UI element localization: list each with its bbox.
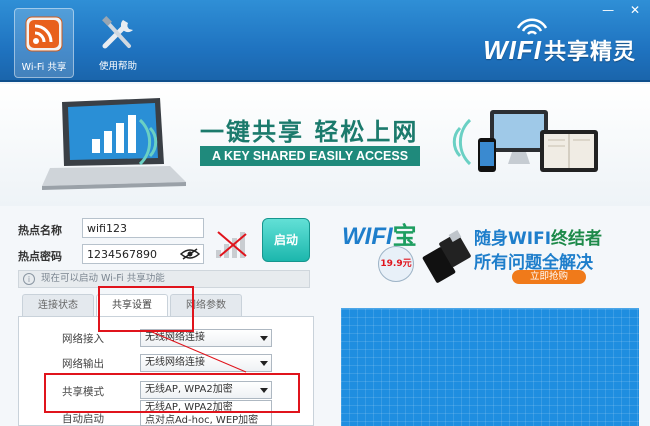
ad-title-b: 终结者	[551, 229, 603, 249]
ad-title-a: 随身WIFI	[474, 229, 552, 249]
banner: 一键共享 轻松上网 A KEY SHARED EASILY ACCESS	[0, 84, 650, 206]
buy-now-button[interactable]: 立即抢购	[512, 270, 586, 284]
brand-logo: WIFI共享精灵	[483, 34, 636, 66]
window-controls: — ✕	[590, 3, 640, 17]
app-window: Wi-Fi 共享 使用帮助 — ✕ WIFI共享精灵 一键共享 轻松上网 A K…	[0, 0, 650, 426]
ad-title-line1: 随身WIFI终结者	[474, 224, 602, 249]
top-toolbar: Wi-Fi 共享 使用帮助 — ✕ WIFI共享精灵	[0, 0, 650, 82]
slogan-cn: 一键共享 轻松上网	[200, 118, 419, 146]
brand-logo-cn: 共享精灵	[543, 39, 636, 64]
chevron-down-icon	[260, 361, 268, 366]
chevron-down-icon	[260, 336, 268, 341]
signal-waves-left	[138, 118, 158, 166]
start-button[interactable]: 启动	[262, 218, 310, 262]
ad-logo-en: WIFI	[342, 223, 393, 250]
network-in-label: 网络接入	[62, 333, 104, 345]
usb-wifi-dongle-image	[422, 230, 471, 283]
ad-content-area	[341, 308, 639, 426]
signal-disabled-icon	[216, 231, 247, 258]
ad-banner[interactable]: WIFI宝 19.9元 随身WIFI终结者 所有问题全解决 立即抢购	[336, 210, 636, 308]
hotspot-name-label: 热点名称	[18, 224, 62, 237]
annotation-arrow	[151, 331, 247, 373]
minimize-button[interactable]: —	[602, 3, 614, 17]
hotspot-password-label: 热点密码	[18, 250, 62, 263]
status-text: 现在可以启动 Wi-Fi 共享功能	[41, 273, 165, 284]
hotspot-name-input[interactable]	[82, 218, 204, 238]
help-label: 使用帮助	[98, 61, 137, 72]
info-icon: i	[23, 273, 35, 285]
network-out-label: 网络输出	[62, 358, 104, 370]
tools-icon	[102, 16, 133, 49]
wifi-share-icon	[25, 16, 63, 52]
auto-start-label: 自动启动	[62, 413, 104, 425]
slogan-en: A KEY SHARED EASILY ACCESS	[200, 146, 420, 166]
tab-connection-status[interactable]: 连接状态	[22, 294, 94, 316]
highlight-box-tab	[98, 286, 194, 332]
ad-logo: WIFI宝	[342, 216, 417, 251]
brand-logo-en: WIFI	[483, 35, 542, 65]
close-button[interactable]: ✕	[630, 3, 640, 17]
highlight-box-mode	[44, 373, 300, 413]
wifi-share-button[interactable]: Wi-Fi 共享	[14, 8, 74, 78]
hide-password-icon[interactable]	[180, 248, 200, 260]
price-badge: 19.9元	[378, 246, 414, 282]
dropdown-option[interactable]: 点对点Ad-hoc, WEP加密	[141, 414, 271, 426]
wifi-share-label: Wi-Fi 共享	[21, 62, 67, 73]
help-button[interactable]: 使用帮助	[88, 8, 148, 78]
devices-illustration	[478, 110, 598, 172]
